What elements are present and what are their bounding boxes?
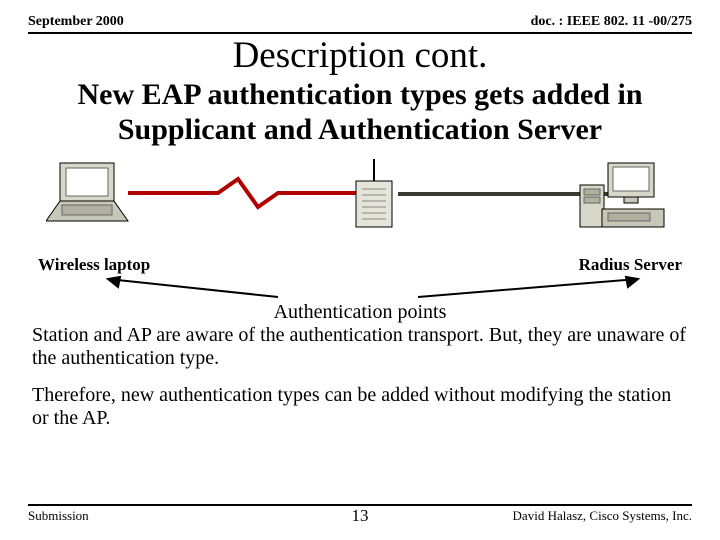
network-diagram [28, 151, 692, 261]
page-title: Description cont. [28, 34, 692, 77]
paragraph-2: Therefore, new authentication types can … [28, 384, 692, 430]
authentication-arrows [28, 275, 692, 303]
access-point-icon [344, 159, 404, 235]
paragraph-1: Station and AP are aware of the authenti… [28, 324, 692, 370]
auth-points-label: Authentication points [28, 301, 692, 324]
page-subtitle: New EAP authentication types gets added … [28, 78, 692, 147]
server-icon [574, 159, 674, 235]
header-date: September 2000 [28, 14, 124, 30]
wireless-link-line [128, 175, 358, 215]
footer-page-number: 13 [28, 506, 692, 526]
laptop-icon [46, 159, 136, 229]
header-docnum: doc. : IEEE 802. 11 -00/275 [531, 14, 692, 30]
